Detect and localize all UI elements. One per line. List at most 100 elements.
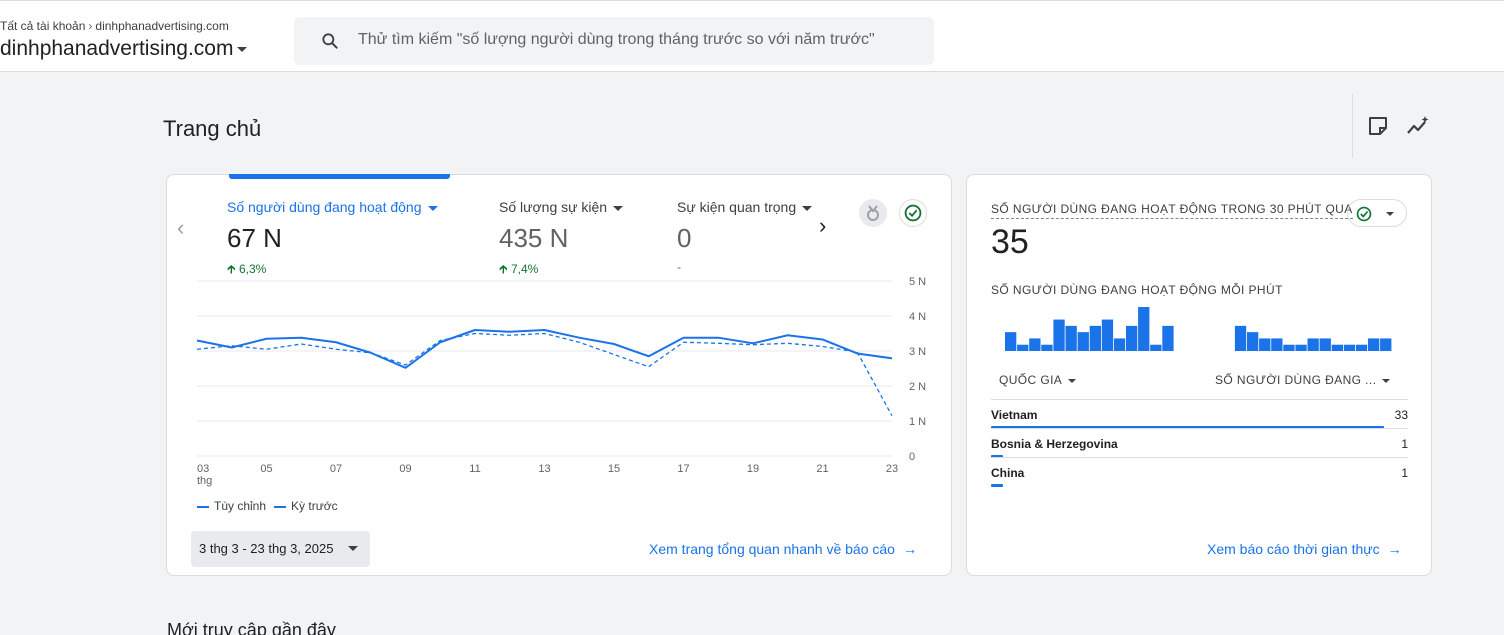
minute-bar	[1113, 338, 1126, 351]
medal-icon[interactable]	[859, 199, 887, 227]
chevron-left-icon[interactable]: ‹	[177, 215, 184, 241]
series-line-current	[196, 329, 893, 369]
check-circle-icon	[1356, 206, 1372, 222]
insights-note-icon[interactable]	[1366, 114, 1390, 138]
table-row[interactable]: Vietnam 33	[991, 399, 1408, 429]
y-tick-label: 4 N	[909, 311, 926, 323]
minute-bar	[1101, 319, 1114, 351]
chart-legend: Tùy chỉnh Kỳ trước	[197, 499, 338, 513]
x-tick-label: 21	[816, 463, 828, 475]
minute-bar	[1355, 344, 1368, 351]
per-minute-bar-chart	[1005, 307, 1392, 351]
metric-value: 435 N	[499, 223, 569, 253]
search-placeholder: Thử tìm kiếm "số lượng người dùng trong …	[358, 31, 875, 48]
minute-bar	[1150, 344, 1162, 351]
arrow-up-icon: 🡱	[227, 262, 236, 276]
realtime-card: SỐ NGƯỜI DÙNG ĐANG HOẠT ĐỘNG TRONG 30 PH…	[966, 174, 1432, 576]
arrow-right-icon: →	[902, 541, 917, 557]
minute-bar	[1065, 325, 1077, 351]
caret-down-icon	[1382, 378, 1391, 383]
minute-bar	[1089, 325, 1101, 351]
realtime-value: 35	[991, 223, 1029, 261]
x-tick-sublabel: thg	[197, 475, 212, 487]
metric-key-events[interactable]: Sự kiện quan trọng 0 -	[677, 199, 812, 274]
date-range-text: 3 thg 3 - 23 thg 3, 2025	[199, 541, 334, 556]
trend-sparkle-icon[interactable]	[1406, 114, 1430, 138]
table-row[interactable]: China 1	[991, 457, 1408, 487]
y-tick-label: 0	[909, 451, 915, 463]
minute-bar	[1368, 338, 1380, 351]
link-text: Xem báo cáo thời gian thực	[1207, 541, 1380, 557]
minute-bar	[1380, 338, 1392, 351]
legend-solid-swatch	[197, 505, 209, 508]
column-header-users[interactable]: SỐ NGƯỜI DÙNG ĐANG ...	[1215, 373, 1391, 387]
legend-current: Tùy chỉnh	[214, 499, 267, 513]
x-tick-label: 13	[538, 463, 550, 475]
chevron-right-icon[interactable]: ›	[819, 213, 826, 239]
x-tick-label: 07	[330, 463, 342, 475]
metric-value: 0	[677, 223, 692, 253]
minute-bar	[1029, 338, 1041, 351]
metric-change: -	[677, 260, 681, 274]
minute-bar	[1343, 344, 1356, 351]
toolbar-divider	[1352, 94, 1353, 158]
recent-section-title: Mới truy cập gần đây	[167, 620, 336, 635]
metric-value: 67 N	[227, 223, 282, 253]
metric-label: Số lượng sự kiện	[499, 199, 624, 215]
minute-bar	[1331, 344, 1343, 351]
y-tick-label: 1 N	[909, 416, 926, 428]
x-tick-label: 15	[608, 463, 620, 475]
minute-bar	[1234, 325, 1247, 351]
minute-bar	[1271, 338, 1283, 351]
country-table: Vietnam 33 Bosnia & Herzegovina 1 China …	[991, 399, 1408, 487]
minute-bar	[1162, 325, 1174, 351]
x-tick-label: 17	[677, 463, 689, 475]
breadcrumb-leaf[interactable]: dinhphanadvertising.com	[95, 19, 228, 33]
country-share-bar	[991, 484, 1003, 487]
active-tab-indicator	[229, 174, 450, 179]
minute-bar	[1319, 338, 1331, 351]
minute-bar	[1017, 344, 1029, 351]
chevron-right-icon: ›	[88, 19, 93, 33]
realtime-title[interactable]: SỐ NGƯỜI DÙNG ĐANG HOẠT ĐỘNG TRONG 30 PH…	[991, 202, 1353, 219]
line-chart: 0 1 N 2 N 3 N 4 N 5 N 03 05 07 09 11 13 15 17 19 21 23 th…	[196, 276, 926, 487]
arrow-right-icon: →	[1387, 541, 1402, 557]
country-users: 1	[1401, 437, 1408, 451]
table-row[interactable]: Bosnia & Herzegovina 1	[991, 428, 1408, 458]
country-users: 33	[1394, 408, 1408, 422]
minute-bar	[1053, 319, 1065, 351]
account-selector[interactable]: dinhphanadvertising.com	[0, 37, 248, 61]
caret-down-icon	[802, 205, 812, 211]
legend-dashed-swatch	[274, 505, 287, 508]
minute-bar	[1041, 344, 1053, 351]
caret-down-icon	[1068, 378, 1077, 383]
metric-event-count[interactable]: Số lượng sự kiện 435 N 🡱 7,4%	[499, 199, 624, 281]
x-tick-label: 09	[399, 463, 411, 475]
country-users: 1	[1401, 466, 1408, 480]
search-bar[interactable]: Thử tìm kiếm "số lượng người dùng trong …	[294, 17, 934, 65]
page-title: Trang chủ	[163, 116, 262, 141]
minute-bar	[1138, 307, 1150, 351]
overview-report-link[interactable]: Xem trang tổng quan nhanh về báo cáo →	[649, 541, 917, 557]
minute-bar	[1295, 344, 1307, 351]
country-name: Vietnam	[991, 408, 1038, 422]
caret-down-icon	[427, 205, 438, 211]
overview-card: ‹ Số người dùng đang hoạt động 67 N 🡱 6,…	[166, 174, 952, 576]
account-name: dinhphanadvertising.com	[0, 37, 234, 60]
date-range-selector[interactable]: 3 thg 3 - 23 thg 3, 2025	[191, 531, 370, 567]
series-line-previous	[196, 332, 893, 417]
realtime-status-pill[interactable]	[1347, 199, 1407, 227]
metric-active-users[interactable]: Số người dùng đang hoạt động 67 N 🡱 6,3%	[227, 199, 438, 281]
minute-bar	[1259, 338, 1271, 351]
realtime-report-link[interactable]: Xem báo cáo thời gian thực →	[1207, 541, 1402, 557]
arrow-up-icon: 🡱	[499, 262, 508, 276]
breadcrumb-root[interactable]: Tất cả tài khoản	[0, 19, 85, 33]
breadcrumb[interactable]: Tất cả tài khoản › dinhphanadvertising.com	[0, 19, 229, 33]
check-circle-icon[interactable]	[899, 199, 927, 227]
x-tick-label: 05	[260, 463, 272, 475]
x-tick-label: 19	[747, 463, 759, 475]
country-name: Bosnia & Herzegovina	[991, 437, 1118, 451]
column-header-country[interactable]: QUỐC GIA	[999, 373, 1077, 387]
y-tick-label: 5 N	[909, 276, 926, 288]
y-tick-label: 3 N	[909, 346, 926, 358]
